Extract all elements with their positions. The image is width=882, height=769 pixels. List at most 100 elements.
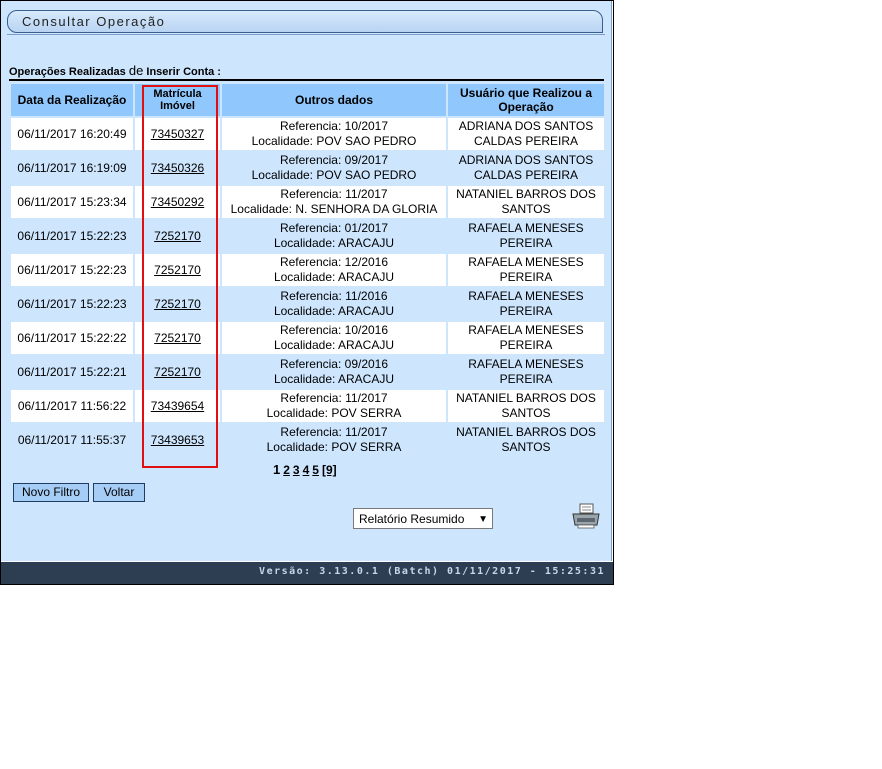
cell-usuario: ADRIANA DOS SANTOS CALDAS PEREIRA <box>448 118 604 150</box>
table-row: 06/11/2017 15:22:23 7252170 Referencia: 01… <box>11 220 604 252</box>
cell-data: 06/11/2017 15:22:22 <box>11 322 133 354</box>
cell-usuario: RAFAELA MENESES PEREIRA <box>448 356 604 388</box>
cell-data: 06/11/2017 15:22:23 <box>11 220 133 252</box>
cell-usuario: NATANIEL BARROS DOS SANTOS <box>448 390 604 422</box>
cell-matricula: 7252170 <box>135 254 220 286</box>
version-text: Versão: 3.13.0.1 (Batch) 01/11/2017 - 15… <box>259 566 605 577</box>
cell-usuario: RAFAELA MENESES PEREIRA <box>448 322 604 354</box>
referencia-text: Referencia: 10/2016 <box>279 323 389 337</box>
pagination: 1 2 3 4 5 [9] <box>273 462 340 477</box>
cell-usuario: NATANIEL BARROS DOS SANTOS <box>448 424 604 456</box>
table-row: 06/11/2017 15:22:22 7252170 Referencia: 10… <box>11 322 604 354</box>
localidade-text: Localidade: POV SAO PEDRO <box>251 134 417 148</box>
page-link-4[interactable]: 4 <box>303 463 310 477</box>
referencia-text: Referencia: 11/2017 <box>280 425 388 439</box>
operations-label-op: Inserir Conta : <box>146 66 221 78</box>
cell-outros: Referencia: 11/2017 Localidade: POV SERRA <box>222 390 446 422</box>
cell-matricula: 73450327 <box>135 118 220 150</box>
matricula-link[interactable]: 7252170 <box>154 229 201 243</box>
cell-usuario: RAFAELA MENESES PEREIRA <box>448 254 604 286</box>
page-total-link[interactable]: [9] <box>322 463 337 477</box>
content-panel: Consultar Operação Operações Realizadas … <box>1 1 612 561</box>
matricula-link[interactable]: 73439653 <box>151 433 204 447</box>
localidade-text: Localidade: N. SENHORA DA GLORIA <box>230 202 438 216</box>
cell-matricula: 73450326 <box>135 152 220 184</box>
cell-data: 06/11/2017 11:56:22 <box>11 390 133 422</box>
referencia-text: Referencia: 10/2017 <box>279 119 389 133</box>
referencia-text: Referencia: 01/2017 <box>279 221 389 235</box>
cell-outros: Referencia: 09/2017 Localidade: POV SAO P… <box>222 152 446 184</box>
referencia-text: Referencia: 09/2017 <box>279 153 389 167</box>
localidade-text: Localidade: POV SERRA <box>266 440 402 454</box>
cell-matricula: 7252170 <box>135 220 220 252</box>
cell-data: 06/11/2017 16:20:49 <box>11 118 133 150</box>
cell-outros: Referencia: 11/2017 Localidade: N. SENHOR… <box>222 186 446 218</box>
cell-outros: Referencia: 12/2016 Localidade: ARACAJU <box>222 254 446 286</box>
cell-data: 06/11/2017 15:23:34 <box>11 186 133 218</box>
referencia-text: Referencia: 11/2017 <box>280 391 388 405</box>
table-top-rule <box>9 79 604 81</box>
localidade-text: Localidade: POV SERRA <box>266 406 402 420</box>
version-footer: Versão: 3.13.0.1 (Batch) 01/11/2017 - 15… <box>1 562 613 584</box>
app-window: Consultar Operação Operações Realizadas … <box>0 0 614 585</box>
localidade-text: Localidade: ARACAJU <box>273 372 395 386</box>
cell-usuario: NATANIEL BARROS DOS SANTOS <box>448 186 604 218</box>
cell-outros: Referencia: 01/2017 Localidade: ARACAJU <box>222 220 446 252</box>
operations-table: Data da Realização Matrícula Imóvel Outr… <box>9 82 606 458</box>
referencia-text: Referencia: 09/2016 <box>279 357 389 371</box>
cell-data: 06/11/2017 16:19:09 <box>11 152 133 184</box>
matricula-link[interactable]: 73450327 <box>151 127 204 141</box>
page-current: 1 <box>273 462 281 477</box>
table-row: 06/11/2017 16:20:49 73450327 Referencia: 1… <box>11 118 604 150</box>
localidade-text: Localidade: ARACAJU <box>273 338 395 352</box>
title-divider <box>7 34 605 35</box>
page-link-2[interactable]: 2 <box>283 463 290 477</box>
table-row: 06/11/2017 15:22:23 7252170 Referencia: 12… <box>11 254 604 286</box>
page-link-5[interactable]: 5 <box>312 463 319 477</box>
matricula-link[interactable]: 7252170 <box>154 331 201 345</box>
matricula-link[interactable]: 73439654 <box>151 399 204 413</box>
table-header-row: Data da Realização Matrícula Imóvel Outr… <box>11 84 604 116</box>
cell-usuario: ADRIANA DOS SANTOS CALDAS PEREIRA <box>448 152 604 184</box>
referencia-text: Referencia: 12/2016 <box>279 255 389 269</box>
header-outros: Outros dados <box>222 84 446 116</box>
cell-matricula: 7252170 <box>135 288 220 320</box>
cell-data: 06/11/2017 11:55:37 <box>11 424 133 456</box>
matricula-link[interactable]: 7252170 <box>154 297 201 311</box>
matricula-link[interactable]: 7252170 <box>154 365 201 379</box>
header-usuario: Usuário que Realizou a Operação <box>448 84 604 116</box>
referencia-text: Referencia: 11/2017 <box>280 187 388 201</box>
table-row: 06/11/2017 16:19:09 73450326 Referencia: 0… <box>11 152 604 184</box>
matricula-link[interactable]: 73450292 <box>151 195 204 209</box>
table-row: 06/11/2017 15:22:21 7252170 Referencia: 09… <box>11 356 604 388</box>
novo-filtro-button[interactable]: Novo Filtro <box>13 483 89 502</box>
referencia-text: Referencia: 11/2016 <box>280 289 388 303</box>
report-type-select[interactable]: Relatório Resumido ▼ <box>353 508 493 529</box>
printer-icon[interactable] <box>571 503 601 529</box>
page-title: Consultar Operação <box>22 14 166 29</box>
localidade-text: Localidade: ARACAJU <box>273 270 395 284</box>
table-row: 06/11/2017 11:55:37 73439653 Referencia: 1… <box>11 424 604 456</box>
table-row: 06/11/2017 11:56:22 73439654 Referencia: 1… <box>11 390 604 422</box>
cell-data: 06/11/2017 15:22:23 <box>11 254 133 286</box>
cell-outros: Referencia: 10/2016 Localidade: ARACAJU <box>222 322 446 354</box>
cell-outros: Referencia: 09/2016 Localidade: ARACAJU <box>222 356 446 388</box>
cell-matricula: 7252170 <box>135 356 220 388</box>
operations-label: Operações Realizadas de Inserir Conta : <box>9 63 221 78</box>
header-data: Data da Realização <box>11 84 133 116</box>
title-tab: Consultar Operação <box>7 10 603 33</box>
matricula-link[interactable]: 7252170 <box>154 263 201 277</box>
cell-data: 06/11/2017 15:22:21 <box>11 356 133 388</box>
cell-matricula: 7252170 <box>135 322 220 354</box>
table-row: 06/11/2017 15:22:23 7252170 Referencia: 11… <box>11 288 604 320</box>
cell-outros: Referencia: 11/2016 Localidade: ARACAJU <box>222 288 446 320</box>
cell-data: 06/11/2017 15:22:23 <box>11 288 133 320</box>
voltar-button[interactable]: Voltar <box>93 483 145 502</box>
page-link-3[interactable]: 3 <box>293 463 300 477</box>
cell-outros: Referencia: 11/2017 Localidade: POV SERRA <box>222 424 446 456</box>
cell-usuario: RAFAELA MENESES PEREIRA <box>448 288 604 320</box>
localidade-text: Localidade: ARACAJU <box>273 236 395 250</box>
matricula-link[interactable]: 73450326 <box>151 161 204 175</box>
operations-label-prefix: Operações Realizadas <box>9 66 126 78</box>
operations-label-de: de <box>128 63 144 78</box>
